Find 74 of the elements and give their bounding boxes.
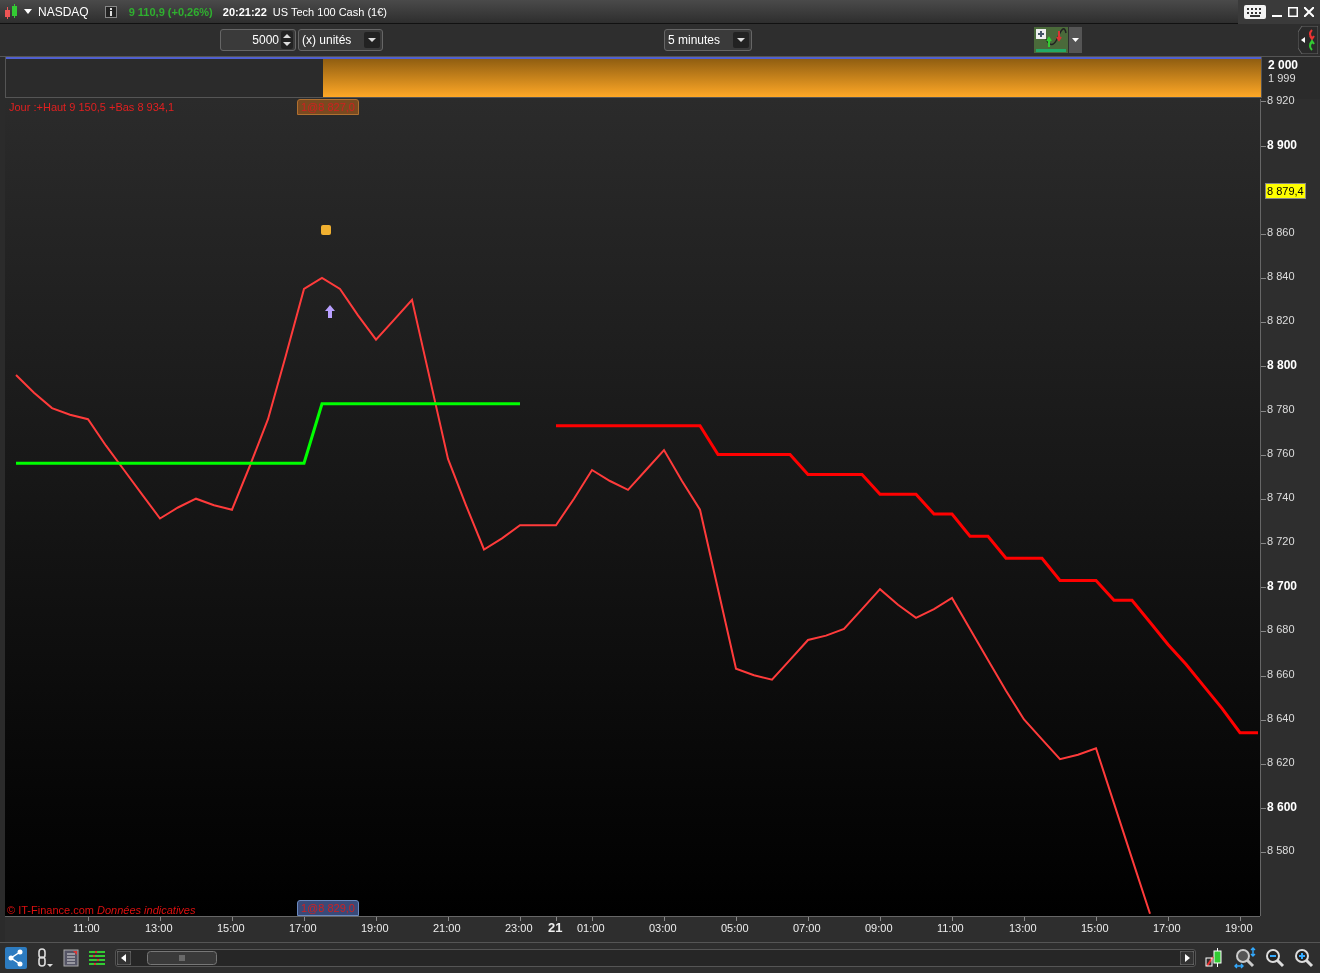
- axis-label: 8 660: [1267, 667, 1295, 680]
- axis-label: 8 860: [1267, 225, 1295, 238]
- axis-label: 8 800: [1267, 358, 1298, 373]
- axis-label: 13:00: [145, 922, 173, 935]
- scroll-left-icon[interactable]: [117, 951, 131, 966]
- axis-label: 8 640: [1267, 711, 1295, 724]
- axis-label: 8 760: [1267, 446, 1295, 459]
- day-high-low-label: Jour :+Haut 9 150,5 +Bas 8 934,1: [9, 101, 175, 114]
- axis-label: 8 580: [1267, 844, 1295, 857]
- quantity-field[interactable]: 5000: [220, 28, 296, 51]
- signal-marker-icon: [321, 225, 331, 236]
- axis-label: 19:00: [361, 922, 389, 935]
- zoom-in-icon[interactable]: [1294, 948, 1314, 969]
- maximize-icon[interactable]: [1288, 6, 1298, 17]
- timeframe-dropdown[interactable]: 5 minutes: [664, 28, 752, 51]
- axis-label: 2 000: [1268, 57, 1300, 72]
- zoom-fit-icon[interactable]: [1234, 947, 1256, 970]
- last-price-tag: 8 879,4: [1265, 183, 1306, 200]
- buy-sell-arrows-icon[interactable]: [1298, 25, 1318, 54]
- scroll-right-icon[interactable]: [1180, 951, 1194, 966]
- caret-icon[interactable]: [24, 9, 32, 14]
- axis-label: 19:00: [1225, 922, 1253, 935]
- axis-label: 8 820: [1267, 314, 1295, 327]
- keyboard-icon[interactable]: [1244, 4, 1266, 19]
- axis-label: 23:00: [505, 922, 533, 935]
- close-icon[interactable]: [1304, 6, 1314, 17]
- axis-label: 8 840: [1267, 270, 1295, 283]
- axis-label: 8 920: [1267, 93, 1295, 106]
- axis-label: 17:00: [1153, 922, 1181, 935]
- disclaimer-text: Données indicatives: [97, 904, 196, 917]
- caret-icon[interactable]: [1069, 26, 1082, 53]
- columns-icon[interactable]: [88, 949, 106, 968]
- document-list-icon[interactable]: [63, 949, 79, 968]
- unit-dropdown[interactable]: (x) unités: [298, 28, 383, 51]
- clock-time: 20:21:22: [222, 5, 267, 18]
- spinner-icon[interactable]: [281, 30, 293, 49]
- axis-label: 8 600: [1267, 800, 1298, 815]
- candle-edit-icon[interactable]: [1205, 948, 1225, 969]
- axis-label: 8 620: [1267, 755, 1295, 768]
- axis-label: 8 700: [1267, 579, 1298, 594]
- axis-label: 11:00: [73, 922, 100, 935]
- axis-label: 11:00: [937, 922, 964, 935]
- up-arrow-icon: [325, 305, 335, 319]
- axis-label: 13:00: [1009, 922, 1037, 935]
- link-icon[interactable]: [36, 947, 54, 970]
- axis-label: 15:00: [1081, 922, 1109, 935]
- axis-label: 17:00: [289, 922, 317, 935]
- axis-label: 8 720: [1267, 535, 1295, 548]
- axis-label: 8 740: [1267, 490, 1295, 503]
- axis-label: 8 780: [1267, 402, 1295, 415]
- caret-icon: [364, 31, 380, 48]
- axis-label: 8 900: [1267, 137, 1298, 152]
- axis-label: 09:00: [865, 922, 893, 935]
- axis-label: 21:00: [433, 922, 461, 935]
- caret-icon: [733, 31, 749, 48]
- axis-label: 05:00: [721, 922, 749, 935]
- scroll-thumb[interactable]: [147, 951, 217, 966]
- axis-label: 03:00: [649, 922, 677, 935]
- share-icon[interactable]: [5, 947, 27, 970]
- axis-label: 01:00: [577, 922, 605, 935]
- indicators-chart-icon[interactable]: [1034, 26, 1068, 53]
- instrument-title: US Tech 100 Cash (1€): [272, 5, 387, 18]
- candlestick-icon[interactable]: [4, 3, 18, 20]
- zoom-out-icon[interactable]: [1265, 948, 1285, 969]
- axis-label: 1 999: [1268, 71, 1297, 84]
- horizontal-scrollbar[interactable]: [115, 949, 1196, 968]
- axis-label: 15:00: [217, 922, 245, 935]
- axis-label: 8 680: [1267, 623, 1295, 636]
- instrument-name[interactable]: NASDAQ: [38, 4, 89, 19]
- copyright-text: © IT-Finance.com: [7, 904, 94, 917]
- date-label: 21: [548, 920, 563, 936]
- price-change: 9 110,9 (+0,26%): [128, 5, 213, 18]
- axis-label: 07:00: [793, 922, 821, 935]
- info-icon[interactable]: [104, 5, 117, 18]
